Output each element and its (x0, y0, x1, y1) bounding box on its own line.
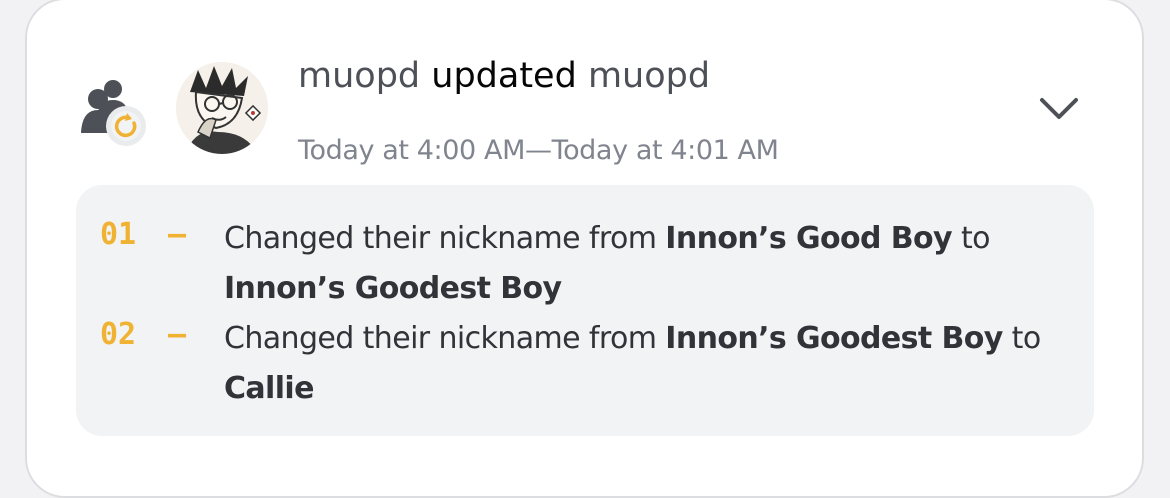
user-avatar[interactable] (176, 62, 268, 154)
entry-timestamp: Today at 4:00 AM—Today at 4:01 AM (298, 135, 779, 166)
change-index: 02 (100, 317, 137, 352)
change-joiner: to (1002, 321, 1042, 356)
avatar-drawing-icon (176, 62, 268, 154)
change-item: 02 — Changed their nickname from Innon’s… (76, 285, 1094, 406)
change-prefix: Changed their nickname from (224, 321, 666, 356)
change-joiner: to (952, 221, 991, 256)
new-value: Callie (224, 371, 314, 406)
change-prefix: Changed their nickname from (224, 221, 666, 256)
change-dash: — (168, 317, 187, 352)
members-update-icon (81, 80, 146, 146)
change-description: Changed their nickname from Innon’s Good… (224, 314, 1084, 414)
changes-panel: 01 — Changed their nickname from Innon’s… (76, 185, 1094, 436)
actor-name[interactable]: muopd (298, 56, 420, 96)
change-index: 01 (100, 217, 137, 252)
entry-title: muopd updated muopd (298, 54, 710, 98)
target-name[interactable]: muopd (588, 56, 710, 96)
change-item: 01 — Changed their nickname from Innon’s… (76, 185, 1094, 306)
old-value: Innon’s Goodest Boy (665, 321, 1003, 356)
chevron-down-icon[interactable] (1036, 90, 1082, 128)
action-verb: updated (431, 56, 577, 96)
old-value: Innon’s Good Boy (665, 221, 953, 256)
change-dash: — (168, 217, 187, 252)
